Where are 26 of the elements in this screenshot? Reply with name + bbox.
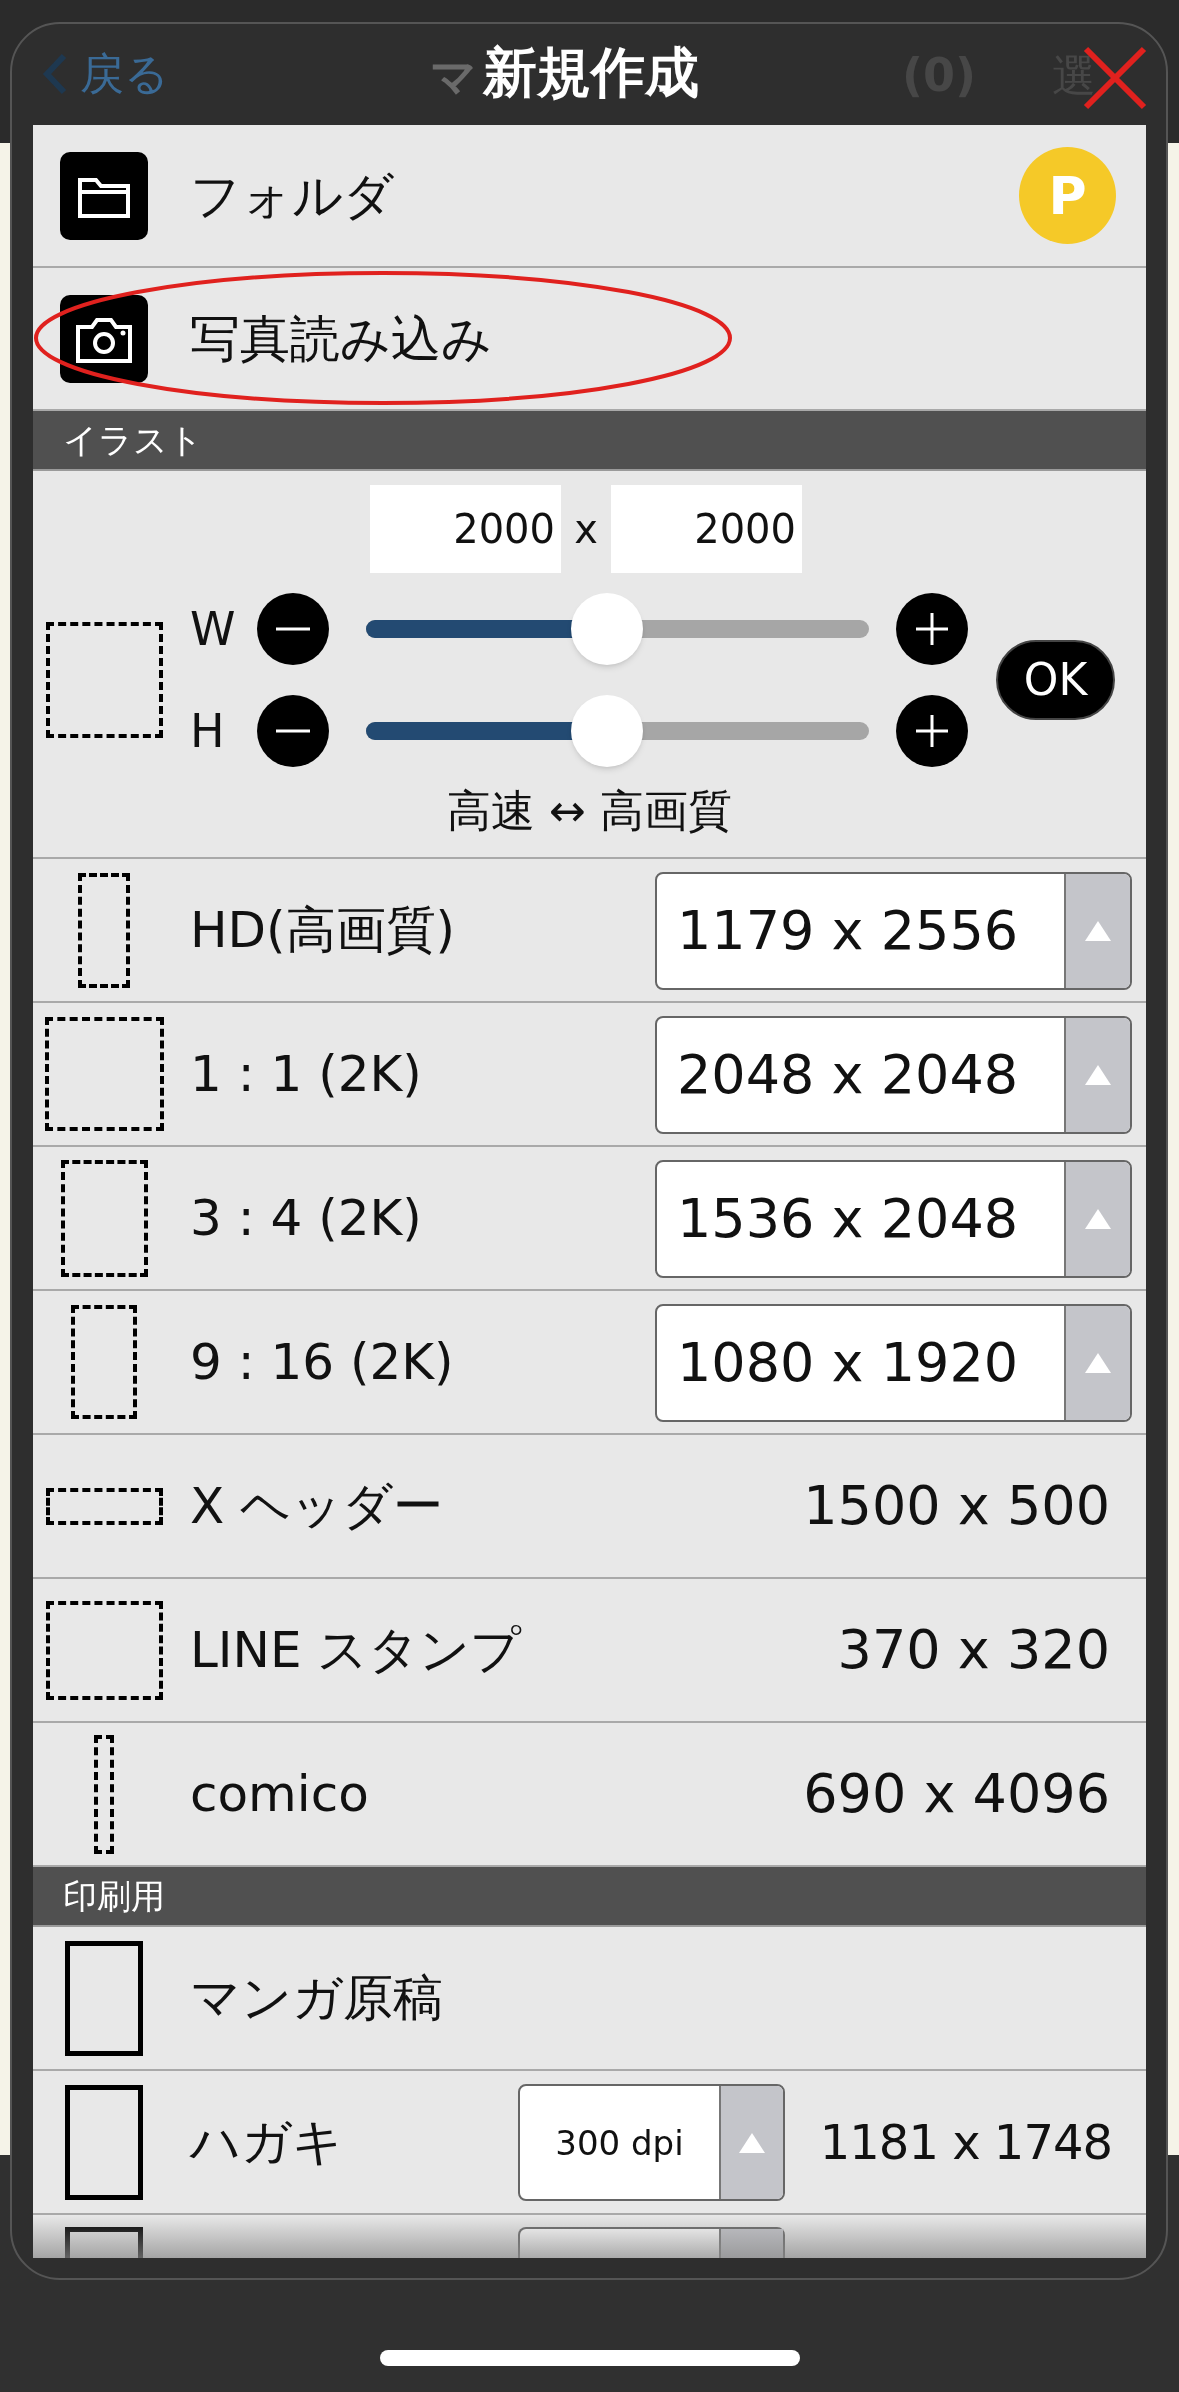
slider-label: H xyxy=(190,708,226,754)
list-item[interactable]: マンガ原稿 xyxy=(33,1927,1146,2071)
size-dropdown[interactable]: 2048 x 2048 xyxy=(655,1016,1132,1134)
list-item[interactable]: 3 : 4 (2K) 1536 x 2048 xyxy=(33,1147,1146,1291)
section-header: 印刷用 xyxy=(33,1867,1146,1927)
list-item[interactable]: ハガキ 300 dpi 1181 x 1748 xyxy=(33,2071,1146,2215)
height-input[interactable]: 2000 xyxy=(611,485,802,573)
size-dropdown[interactable]: 1536 x 2048 xyxy=(655,1160,1132,1278)
list-item[interactable]: フォルダ P xyxy=(33,125,1146,268)
dialog-title: 新規作成 xyxy=(483,46,699,100)
section-header: イラスト xyxy=(33,411,1146,471)
dpi-dropdown[interactable]: 300 dpi xyxy=(518,2084,785,2201)
width-input[interactable]: 2000 xyxy=(370,485,561,573)
quality-caption: 高速 ↔ 高画質 xyxy=(446,789,733,833)
points-badge: P xyxy=(1019,147,1116,244)
size-dropdown[interactable]: 1179 x 2556 xyxy=(655,872,1132,990)
list-item[interactable]: LINE スタンプ 370 x 320 xyxy=(33,1579,1146,1723)
ok-button[interactable]: OK xyxy=(996,640,1115,720)
list-item[interactable]: X ヘッダー 1500 x 500 xyxy=(33,1435,1146,1579)
slider-label: W xyxy=(190,606,237,652)
list-item[interactable]: HD(高画質) 1179 x 2556 xyxy=(33,859,1146,1003)
list-item[interactable]: 9 : 16 (2K) 1080 x 1920 xyxy=(33,1291,1146,1435)
list-item[interactable]: 1 : 1 (2K) 2048 x 2048 xyxy=(33,1003,1146,1147)
size-separator: x xyxy=(573,505,599,554)
size-dropdown[interactable]: 1080 x 1920 xyxy=(655,1304,1132,1422)
background-title: マ xyxy=(430,54,477,100)
